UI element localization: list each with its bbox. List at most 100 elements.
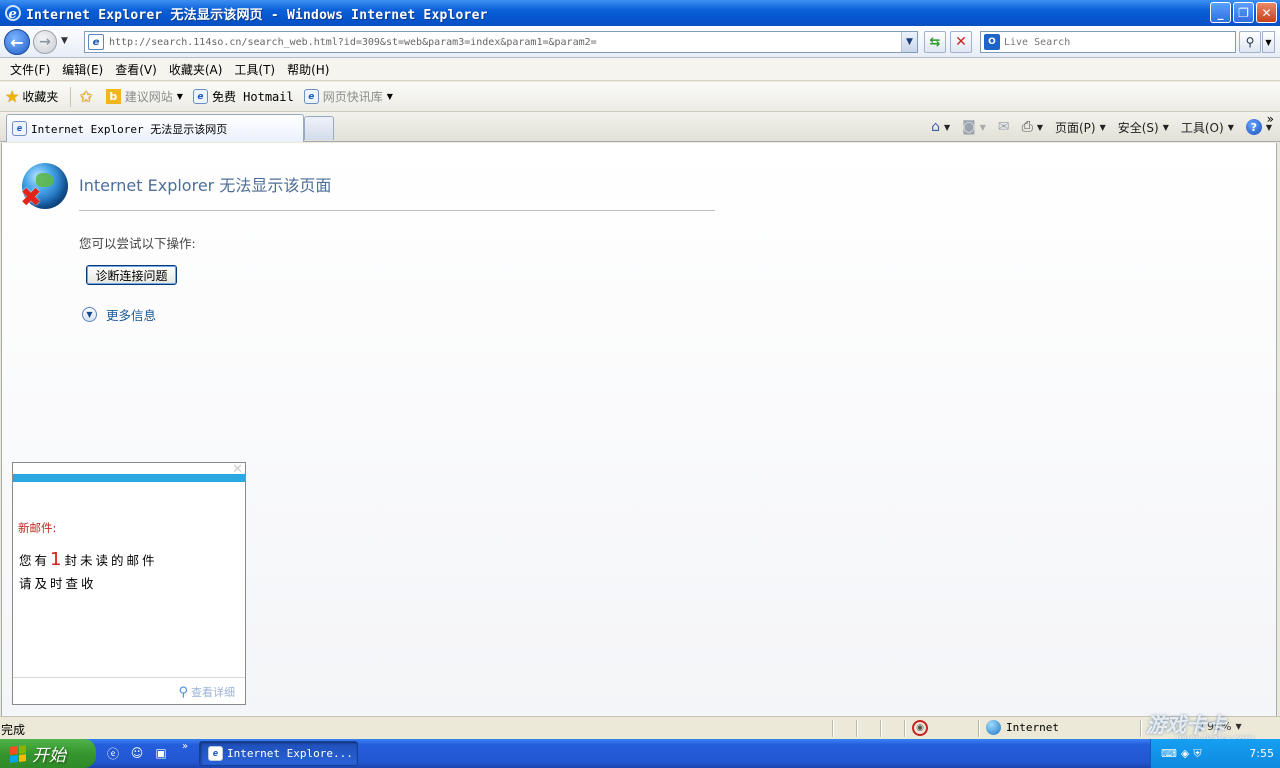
- menu-file[interactable]: 文件(F): [4, 61, 56, 78]
- safety-menu-button[interactable]: 安全(S) ▼: [1118, 119, 1169, 136]
- page-icon: e: [88, 34, 104, 50]
- quick-launch: ⓔ ☺ ▣: [104, 744, 170, 762]
- ie-page-icon: e: [12, 121, 27, 136]
- menu-edit[interactable]: 编辑(E): [56, 61, 109, 78]
- back-arrow-icon: ←: [10, 32, 24, 52]
- home-button[interactable]: ⌂ ▼: [931, 119, 950, 135]
- quick-launch-qq-icon[interactable]: ☺: [128, 744, 146, 762]
- start-button[interactable]: 开始: [0, 739, 96, 768]
- chevron-down-icon: ▼: [176, 92, 183, 101]
- ie-page-icon: e: [303, 89, 319, 104]
- command-bar: ⌂ ▼ ◙ ▼ ✉ ⎙ ▼ 页面(P) ▼ 安全(S) ▼ 工具(O) ▼ ? ▼: [919, 116, 1272, 138]
- menu-view[interactable]: 查看(V): [109, 61, 163, 78]
- address-dropdown-button[interactable]: ▼: [901, 32, 917, 52]
- quick-launch-overflow-chevron-icon[interactable]: »: [182, 741, 188, 752]
- menu-favorites[interactable]: 收藏夹(A): [163, 61, 229, 78]
- svg-text:e: e: [9, 7, 17, 22]
- suggestion-text: 您可以尝试以下操作:: [79, 236, 196, 251]
- expand-chevron-icon: ▼: [82, 307, 97, 322]
- new-tab-button[interactable]: [304, 116, 334, 140]
- popup-heading: 新邮件:: [18, 521, 57, 535]
- quick-launch-ie-icon[interactable]: ⓔ: [104, 744, 122, 762]
- refresh-icon: ⇆: [929, 34, 941, 50]
- keyboard-icon[interactable]: ⌨: [1161, 747, 1177, 760]
- view-details-link[interactable]: ⚲ 查看详细: [178, 684, 235, 700]
- more-info-label: 更多信息: [106, 308, 157, 323]
- chevron-down-icon: ▼: [386, 92, 393, 101]
- print-button[interactable]: ⎙ ▼: [1022, 119, 1043, 135]
- suggested-sites-link[interactable]: b 建议网站 ▼: [105, 88, 183, 105]
- tools-menu-button[interactable]: 工具(O) ▼: [1181, 119, 1234, 136]
- taskbar: 开始 ⓔ ☺ ▣ » e Internet Explore... ⌨ ◈ ⛨ 7…: [0, 739, 1280, 768]
- popup-footer-divider: [13, 677, 245, 678]
- back-button[interactable]: ←: [4, 29, 30, 55]
- divider: [79, 210, 715, 211]
- menu-help[interactable]: 帮助(H): [281, 61, 335, 78]
- recent-pages-dropdown[interactable]: ▼: [61, 36, 68, 46]
- stop-icon: ✕: [955, 34, 967, 50]
- magnifier-icon: ⚲: [178, 684, 188, 700]
- ie-page-icon: e: [192, 89, 208, 104]
- minimize-button[interactable]: _: [1210, 2, 1231, 23]
- ie-logo-icon: e: [5, 5, 21, 22]
- error-globe-icon: ✖: [20, 163, 68, 211]
- favorites-label: 收藏夹: [22, 90, 59, 104]
- url-text[interactable]: http://search.114so.cn/search_web.html?i…: [109, 37, 597, 48]
- title-bar: e Internet Explorer 无法显示该网页 - Windows In…: [0, 0, 1280, 26]
- ie-page-icon: e: [208, 746, 223, 761]
- internet-globe-icon: [986, 720, 1001, 735]
- security-zone[interactable]: Internet: [986, 720, 1059, 735]
- tab-title: Internet Explorer 无法显示该网页: [31, 122, 228, 136]
- search-input[interactable]: [1004, 36, 1224, 48]
- home-icon: ⌂: [931, 119, 940, 135]
- forward-arrow-icon: →: [39, 34, 51, 50]
- suggested-sites-label: 建议网站: [124, 90, 173, 104]
- window-title: Internet Explorer 无法显示该网页 - Windows Inte…: [26, 7, 488, 23]
- security-shield-icon[interactable]: ⛨: [1193, 747, 1201, 761]
- menu-bar: 文件(F) 编辑(E) 查看(V) 收藏夹(A) 工具(T) 帮助(H): [0, 58, 1280, 81]
- page-content: ✖ Internet Explorer 无法显示该页面 您可以尝试以下操作: 诊…: [1, 143, 1277, 716]
- add-favorite-star-icon: ✩: [79, 87, 93, 106]
- printer-icon: ⎙: [1021, 119, 1033, 135]
- new-mail-popup: ✕ 新邮件: 您有 1 封未读的邮件 请及时查收 ⚲ 查看详细: [12, 462, 246, 705]
- network-icon[interactable]: ◈: [1181, 747, 1189, 760]
- toolbar-overflow-chevron-icon[interactable]: »: [1267, 112, 1274, 126]
- site-watermark-logo: 游戏卡卡 www.ikaka.com: [1146, 713, 1254, 745]
- star-icon: ★: [5, 87, 20, 106]
- page-menu-button[interactable]: 页面(P) ▼: [1055, 119, 1106, 136]
- clock[interactable]: 7:55: [1249, 747, 1274, 760]
- maximize-button[interactable]: ❐: [1233, 2, 1254, 23]
- search-options-dropdown[interactable]: ▼: [1262, 31, 1275, 53]
- unread-count: 1: [50, 549, 62, 570]
- diagnose-connection-button[interactable]: 诊断连接问题: [86, 265, 177, 285]
- favorites-button[interactable]: ★ 收藏夹: [5, 87, 58, 106]
- forward-button[interactable]: →: [33, 30, 57, 54]
- bing-icon: b: [105, 89, 121, 104]
- address-field[interactable]: e http://search.114so.cn/search_web.html…: [84, 31, 918, 53]
- rss-feed-icon: ◙: [962, 119, 976, 135]
- favorites-bar: ★ 收藏夹 ✩ b 建议网站 ▼ e 免费 Hotmail e 网页快讯库 ▼: [0, 82, 1280, 112]
- add-to-favorites-bar-button[interactable]: ✩: [79, 87, 95, 106]
- status-text: 完成: [1, 723, 26, 737]
- search-button[interactable]: ⚲: [1239, 31, 1261, 53]
- hotmail-link[interactable]: e 免费 Hotmail: [192, 88, 294, 105]
- close-window-button[interactable]: ✕: [1256, 2, 1277, 23]
- live-search-icon: O: [984, 34, 1000, 50]
- help-icon: ?: [1245, 119, 1262, 135]
- mail-icon: ✉: [997, 119, 1010, 135]
- taskbar-ie-window-button[interactable]: e Internet Explore...: [199, 741, 358, 766]
- tab-bar: e Internet Explorer 无法显示该网页 ⌂ ▼ ◙ ▼ ✉ ⎙ ▼ 页…: [0, 112, 1280, 142]
- menu-tools[interactable]: 工具(T): [228, 61, 281, 78]
- refresh-button[interactable]: ⇆: [924, 31, 946, 53]
- tab-error-page[interactable]: e Internet Explorer 无法显示该网页: [6, 114, 304, 142]
- windows-flag-icon: [10, 744, 26, 763]
- stop-button[interactable]: ✕: [950, 31, 972, 53]
- quick-launch-app-icon[interactable]: ▣: [152, 744, 170, 762]
- read-mail-button[interactable]: ✉: [998, 119, 1010, 135]
- search-box[interactable]: O: [980, 31, 1236, 53]
- web-slice-gallery-link[interactable]: e 网页快讯库 ▼: [303, 88, 393, 105]
- privacy-report-icon[interactable]: ◉: [912, 720, 928, 736]
- popup-header-bar: [13, 474, 245, 482]
- feeds-button[interactable]: ◙ ▼: [962, 119, 986, 135]
- more-info-link[interactable]: ▼ 更多信息: [82, 305, 156, 324]
